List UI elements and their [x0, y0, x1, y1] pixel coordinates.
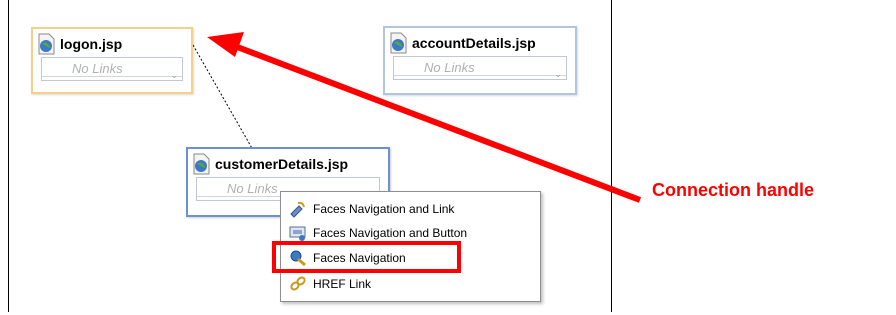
links-list[interactable]: No Links ⌄: [393, 56, 567, 80]
divider: [42, 76, 182, 77]
links-list[interactable]: No Links ⌄: [41, 57, 183, 81]
faces-link-icon: [290, 201, 305, 218]
page-node-header: logon.jsp: [33, 29, 191, 57]
jsp-page-icon: [390, 32, 407, 54]
connection-line: [192, 44, 254, 151]
links-placeholder: No Links: [424, 60, 475, 75]
href-link-icon: [290, 276, 306, 291]
menu-item-label: Faces Navigation and Link: [313, 202, 455, 216]
jsp-page-icon: [38, 33, 55, 55]
chevron-down-icon[interactable]: ⌄: [554, 70, 562, 79]
menu-item-label: Faces Navigation and Button: [313, 226, 468, 240]
page-node-title: customerDetails.jsp: [215, 156, 349, 172]
page-node-title: accountDetails.jsp: [412, 35, 536, 51]
links-placeholder: No Links: [72, 61, 123, 76]
menu-item-faces-navigation-and-link[interactable]: Faces Navigation and Link: [285, 197, 533, 221]
links-placeholder: No Links: [227, 181, 278, 196]
callout-label: Connection handle: [652, 180, 814, 200]
highlight-box: [272, 241, 461, 273]
chevron-down-icon[interactable]: ⌄: [170, 71, 178, 80]
page-node-accountdetails[interactable]: accountDetails.jsp No Links ⌄: [383, 26, 577, 95]
menu-item-label: HREF Link: [313, 277, 372, 291]
jsp-page-icon: [193, 153, 210, 175]
menu-item-href-link[interactable]: HREF Link: [285, 272, 533, 296]
page-node-header: accountDetails.jsp: [385, 28, 575, 56]
page-node-header: customerDetails.jsp: [188, 149, 388, 177]
faces-button-icon: [289, 226, 306, 241]
callout-arrow-head: [207, 32, 244, 57]
page-node-title: logon.jsp: [60, 36, 123, 52]
page-node-logon[interactable]: logon.jsp No Links ⌄: [31, 27, 193, 94]
divider: [394, 75, 566, 76]
